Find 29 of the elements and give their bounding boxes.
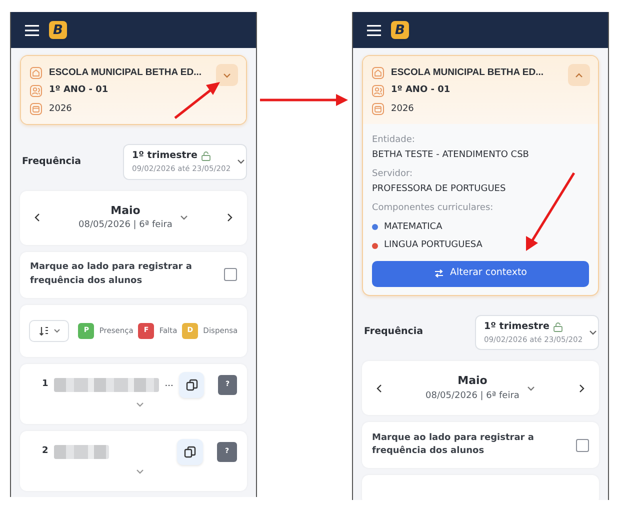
school-name: ESCOLA MUNICIPAL BETHA ED... xyxy=(49,66,202,80)
student-number: 2 xyxy=(42,444,48,458)
field-label: Componentes curriculares: xyxy=(372,202,494,215)
entity-name: BETHA TESTE - ATENDIMENTO CSB xyxy=(372,148,530,162)
field-label: Entidade: xyxy=(372,134,416,147)
period-name: 1º trimestre xyxy=(484,320,550,334)
selected-date: 08/05/2026 | 6ª feira xyxy=(78,219,172,232)
section-title: Frequência xyxy=(364,325,424,340)
register-instructions: Marque ao lado para registrar a frequência dos alunos xyxy=(30,261,193,288)
app-logo[interactable]: B xyxy=(391,21,409,39)
component-name: MATEMATICA xyxy=(384,220,442,234)
month-name: Maio xyxy=(110,202,142,218)
class-name: 1º ANO - 01 xyxy=(391,84,450,98)
field-label: Servidor: xyxy=(372,168,414,181)
period-name: 1º trimestre xyxy=(132,149,198,163)
selected-date: 08/05/2026 | 6ª feira xyxy=(426,390,520,402)
component-name: LINGUA PORTUGUESA xyxy=(384,239,482,252)
section-title: Frequência xyxy=(22,154,82,169)
student-number: 1 xyxy=(42,378,48,391)
register-instructions: Marque ao lado para registrar a frequência dos alunos xyxy=(372,432,535,458)
school-year: 2026 xyxy=(391,102,414,116)
month-name: Maio xyxy=(456,373,488,389)
change-context-button[interactable]: Alterar contexto xyxy=(372,260,589,286)
school-year: 2026 xyxy=(49,102,72,116)
name-ellipsis: ... xyxy=(164,378,174,391)
class-name: 1º ANO - 01 xyxy=(49,84,108,98)
school-name: ESCOLA MUNICIPAL BETHA ED... xyxy=(391,66,544,80)
server-name: PROFESSORA DE PORTUGUES xyxy=(372,182,507,196)
app-logo[interactable]: B xyxy=(49,21,67,39)
